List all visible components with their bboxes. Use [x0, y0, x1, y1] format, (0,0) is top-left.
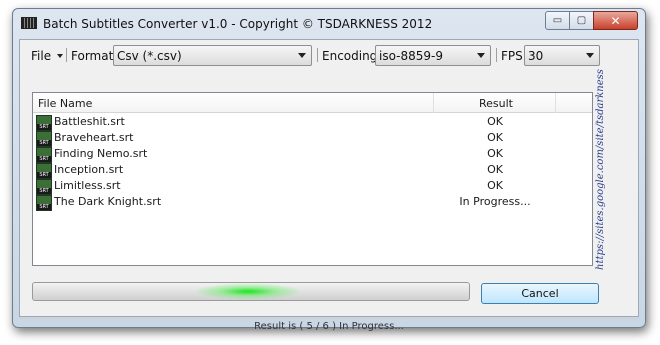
- toolbar-divider: [317, 48, 318, 62]
- srt-file-icon: SRT: [36, 179, 52, 195]
- fps-select[interactable]: 30: [524, 45, 600, 66]
- chevron-down-icon: [477, 53, 485, 58]
- maximize-icon: ▢: [576, 15, 587, 26]
- format-label: Format: [71, 49, 114, 63]
- minimize-icon: ▭: [552, 15, 563, 26]
- column-header-file-name[interactable]: File Name: [38, 97, 92, 110]
- list-item[interactable]: SRT Limitless.srt OK: [33, 178, 592, 195]
- progress-bar: [32, 282, 470, 301]
- format-select[interactable]: Csv (*.csv): [113, 45, 312, 66]
- srt-file-icon: SRT: [36, 195, 52, 211]
- encoding-value: iso-8859-9: [379, 49, 443, 63]
- maximize-button[interactable]: ▢: [569, 11, 594, 30]
- list-item[interactable]: SRT Finding Nemo.srt OK: [33, 146, 592, 163]
- list-item[interactable]: SRT The Dark Knight.srt In Progress...: [33, 194, 592, 211]
- file-menu[interactable]: File: [31, 49, 51, 63]
- title-bar[interactable]: Batch Subtitles Converter v1.0 - Copyrig…: [13, 9, 645, 39]
- file-result: In Progress...: [459, 195, 531, 208]
- fps-label: FPS: [501, 49, 523, 63]
- app-window: Batch Subtitles Converter v1.0 - Copyrig…: [12, 8, 646, 332]
- file-name: Limitless.srt: [54, 179, 121, 192]
- list-item[interactable]: SRT Inception.srt OK: [33, 162, 592, 179]
- file-list[interactable]: File Name Result SRT Battleshit.srt OK S…: [32, 92, 593, 266]
- toolbar-divider: [66, 48, 67, 62]
- list-rows: SRT Battleshit.srt OK SRT Braveheart.srt…: [33, 114, 592, 211]
- list-item[interactable]: SRT Braveheart.srt OK: [33, 130, 592, 147]
- srt-file-icon: SRT: [36, 115, 52, 131]
- file-name: Finding Nemo.srt: [54, 147, 148, 160]
- cancel-button-label: Cancel: [521, 287, 559, 300]
- format-value: Csv (*.csv): [117, 49, 182, 63]
- column-divider[interactable]: [555, 93, 556, 113]
- file-result: OK: [487, 131, 503, 144]
- encoding-label: Encoding: [322, 49, 378, 63]
- srt-file-icon: SRT: [36, 147, 52, 163]
- file-result: OK: [487, 163, 503, 176]
- chevron-down-icon: [586, 53, 594, 58]
- client-area: File Format Csv (*.csv) Encoding iso-885…: [19, 39, 639, 317]
- column-divider[interactable]: [433, 93, 434, 113]
- chevron-down-icon[interactable]: [57, 54, 63, 58]
- status-bar: Result is ( 5 / 6 ) In Progress...: [19, 318, 639, 334]
- window-title: Batch Subtitles Converter v1.0 - Copyrig…: [43, 17, 433, 31]
- encoding-select[interactable]: iso-8859-9: [375, 45, 491, 66]
- column-header-result[interactable]: Result: [479, 97, 513, 110]
- file-result: OK: [487, 179, 503, 192]
- chevron-down-icon: [298, 53, 306, 58]
- website-link[interactable]: https://sites.google.com/site/tsdarkness: [595, 69, 606, 270]
- cancel-button[interactable]: Cancel: [481, 283, 599, 304]
- file-result: OK: [487, 147, 503, 160]
- file-name: Inception.srt: [54, 163, 124, 176]
- file-name: Battleshit.srt: [54, 115, 125, 128]
- list-item[interactable]: SRT Battleshit.srt OK: [33, 114, 592, 131]
- srt-file-icon: SRT: [36, 131, 52, 147]
- toolbar-divider: [496, 48, 497, 62]
- status-text: Result is ( 5 / 6 ) In Progress...: [254, 321, 404, 332]
- list-header: File Name Result: [33, 93, 592, 113]
- close-icon: ✕: [610, 13, 621, 28]
- srt-file-icon: SRT: [36, 163, 52, 179]
- app-film-icon: [21, 17, 37, 29]
- close-button[interactable]: ✕: [593, 11, 638, 30]
- progress-glow: [193, 283, 303, 300]
- fps-value: 30: [528, 49, 544, 63]
- file-result: OK: [487, 115, 503, 128]
- minimize-button[interactable]: ▭: [545, 11, 570, 30]
- file-name: The Dark Knight.srt: [54, 195, 162, 208]
- toolbar: File Format Csv (*.csv) Encoding iso-885…: [20, 40, 638, 66]
- file-name: Braveheart.srt: [54, 131, 134, 144]
